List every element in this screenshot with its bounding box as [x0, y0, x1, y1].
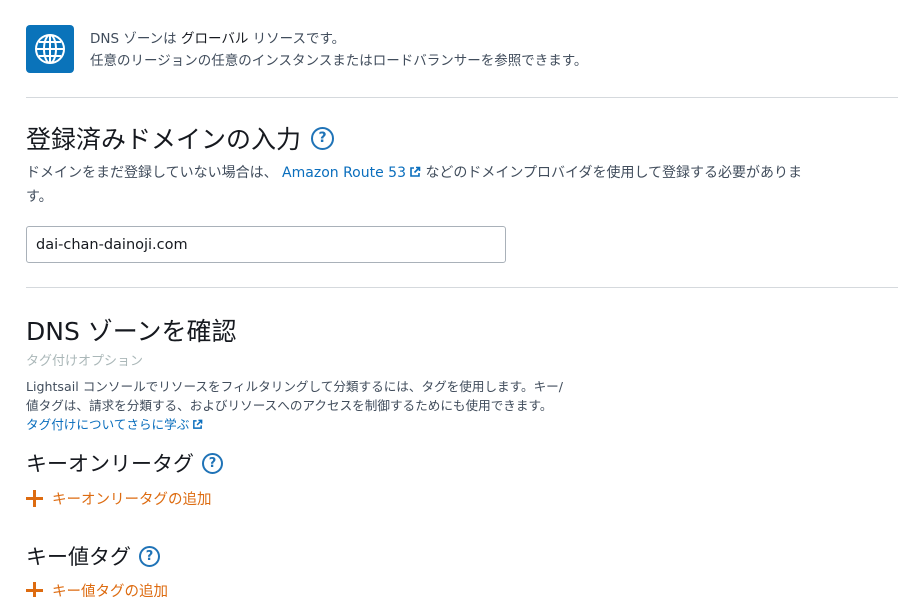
- help-icon[interactable]: ?: [202, 452, 223, 474]
- domain-section-title: 登録済みドメインの入力 ?: [26, 120, 335, 156]
- external-link-icon: [410, 166, 421, 177]
- add-key-value-tag-button[interactable]: キー値タグの追加: [26, 580, 168, 597]
- divider: [26, 97, 898, 98]
- domain-desc-prefix: ドメインをまだ登録していない場合は、: [26, 165, 278, 181]
- domain-title-text: 登録済みドメインの入力: [26, 125, 302, 154]
- key-value-tags-title: キー値タグ ?: [26, 541, 160, 571]
- route53-link[interactable]: Amazon Route 53: [282, 165, 421, 181]
- tag-desc-line2: 値タグは、請求を分類する、およびリソースへのアクセスを制御するためにも使用できま…: [26, 398, 553, 413]
- dns-zone-title: DNS ゾーンを確認: [26, 317, 237, 346]
- help-icon[interactable]: ?: [139, 545, 160, 567]
- tag-desc-line1: Lightsail コンソールでリソースをフィルタリングして分類するには、タグを…: [26, 379, 563, 394]
- info-line1-emphasis: グローバル: [180, 31, 249, 47]
- tag-options-caption: タグ付けオプション: [26, 354, 144, 369]
- key-only-tags-title: キーオンリータグ ?: [26, 448, 223, 478]
- info-line2: 任意のリージョンの任意のインスタンスまたはロードバランサーを参照できます。: [90, 53, 588, 69]
- tag-learn-more-label[interactable]: タグ付けについてさらに学ぶ: [26, 417, 189, 432]
- plus-icon: [26, 582, 43, 597]
- tag-description: Lightsail コンソールでリソースをフィルタリングして分類するには、タグを…: [26, 377, 626, 415]
- help-icon[interactable]: ?: [311, 126, 335, 150]
- add-key-value-tag-label[interactable]: キー値タグの追加: [52, 580, 168, 597]
- globe-icon: [26, 25, 74, 73]
- info-line1-suffix: リソースです。: [252, 31, 346, 47]
- info-line1-prefix: DNS ゾーンは: [90, 31, 177, 47]
- add-key-only-tag-button[interactable]: キーオンリータグの追加: [26, 488, 212, 509]
- tag-learn-more-link[interactable]: タグ付けについてさらに学ぶ: [26, 414, 203, 433]
- key-only-title-text: キーオンリータグ: [26, 452, 194, 476]
- domain-description: ドメインをまだ登録していない場合は、 Amazon Route 53 などのドメ…: [26, 161, 896, 209]
- route53-link-label[interactable]: Amazon Route 53: [282, 165, 406, 181]
- divider: [26, 287, 898, 288]
- domain-desc-line2: す。: [26, 189, 53, 205]
- external-link-icon: [193, 419, 203, 429]
- domain-desc-suffix: などのドメインプロバイダを使用して登録する必要がありま: [425, 165, 803, 181]
- domain-input[interactable]: [26, 226, 506, 263]
- plus-icon: [26, 490, 43, 507]
- add-key-only-tag-label[interactable]: キーオンリータグの追加: [52, 488, 212, 509]
- key-value-title-text: キー値タグ: [26, 545, 131, 569]
- dns-info-box: DNS ゾーンは グローバル リソースです。 任意のリージョンの任意のインスタン…: [26, 25, 826, 75]
- info-text: DNS ゾーンは グローバル リソースです。 任意のリージョンの任意のインスタン…: [90, 28, 587, 72]
